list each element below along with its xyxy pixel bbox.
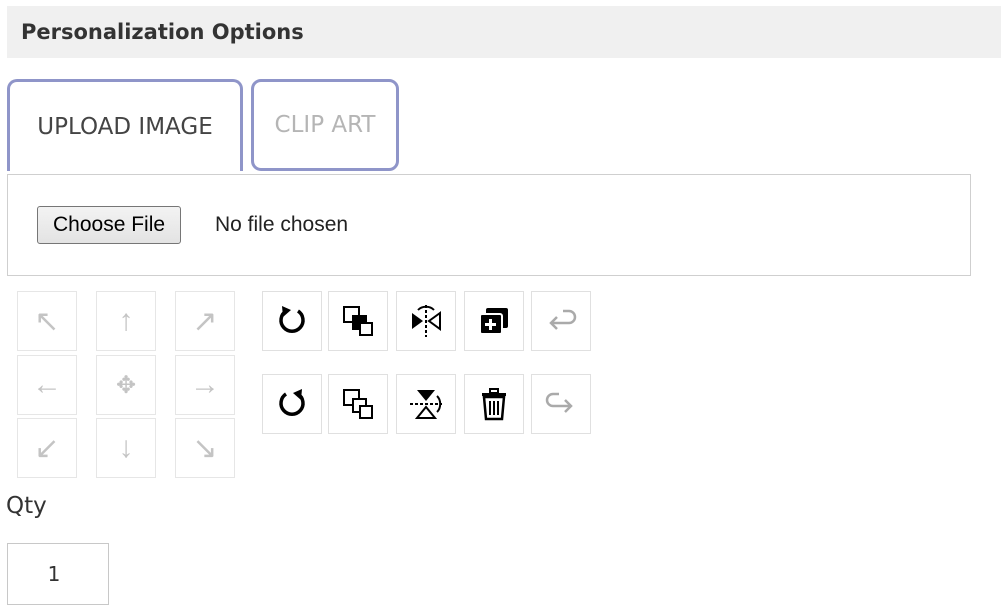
move-up-button[interactable]: ↑ <box>96 291 156 351</box>
center-button[interactable]: ✥ <box>96 355 156 415</box>
flip-vertical-button[interactable] <box>396 374 456 434</box>
file-status-text: No file chosen <box>215 213 349 236</box>
redo-icon <box>545 392 573 413</box>
arrow-left-icon: ← <box>32 368 62 401</box>
rotate-counterclockwise-button[interactable] <box>262 374 322 434</box>
move-up-left-button[interactable]: ↖ <box>17 291 77 351</box>
bring-forward-button[interactable] <box>328 291 388 351</box>
flip-vertical-icon <box>410 390 442 419</box>
trash-icon <box>482 388 506 421</box>
move-down-right-button[interactable]: ↘ <box>175 418 235 478</box>
flip-horizontal-button[interactable] <box>396 291 456 351</box>
section-header: Personalization Options <box>7 6 1001 58</box>
section-title: Personalization Options <box>21 20 304 44</box>
tab-clip-art-label: CLIP ART <box>274 112 376 138</box>
arrow-right-icon: → <box>190 368 220 401</box>
flip-horizontal-icon <box>412 305 441 337</box>
arrow-down-left-icon: ↙ <box>34 431 60 465</box>
arrow-up-right-icon: ↗ <box>192 304 218 338</box>
undo-icon <box>549 309 577 330</box>
tab-upload-image[interactable]: UPLOAD IMAGE <box>7 79 243 171</box>
arrow-up-left-icon: ↖ <box>34 304 60 338</box>
bring-forward-icon <box>343 306 373 336</box>
redo-button[interactable] <box>531 374 591 434</box>
arrow-down-right-icon: ↘ <box>192 431 218 465</box>
arrow-down-icon: ↓ <box>118 431 134 464</box>
upload-panel: Choose File No file chosen <box>7 174 971 276</box>
duplicate-layer-button[interactable] <box>464 291 524 351</box>
undo-button[interactable] <box>531 291 591 351</box>
move-up-right-button[interactable]: ↗ <box>175 291 235 351</box>
rotate-clockwise-button[interactable] <box>262 291 322 351</box>
tab-upload-image-label: UPLOAD IMAGE <box>37 113 213 140</box>
choose-file-button[interactable]: Choose File <box>37 206 182 244</box>
send-backward-icon <box>343 389 373 419</box>
arrow-up-icon: ↑ <box>118 304 134 337</box>
rotate-counterclockwise-icon <box>279 389 305 416</box>
move-left-button[interactable]: ← <box>17 355 77 415</box>
move-right-button[interactable]: → <box>175 355 235 415</box>
move-down-left-button[interactable]: ↙ <box>17 418 77 478</box>
move-center-icon: ✥ <box>115 371 137 399</box>
send-backward-button[interactable] <box>328 374 388 434</box>
qty-label: Qty <box>6 493 47 519</box>
rotate-clockwise-icon <box>279 306 305 333</box>
move-down-button[interactable]: ↓ <box>96 418 156 478</box>
qty-input[interactable] <box>7 543 109 605</box>
delete-button[interactable] <box>464 374 524 434</box>
tab-clip-art[interactable]: CLIP ART <box>251 79 399 171</box>
duplicate-layer-icon <box>479 308 508 335</box>
